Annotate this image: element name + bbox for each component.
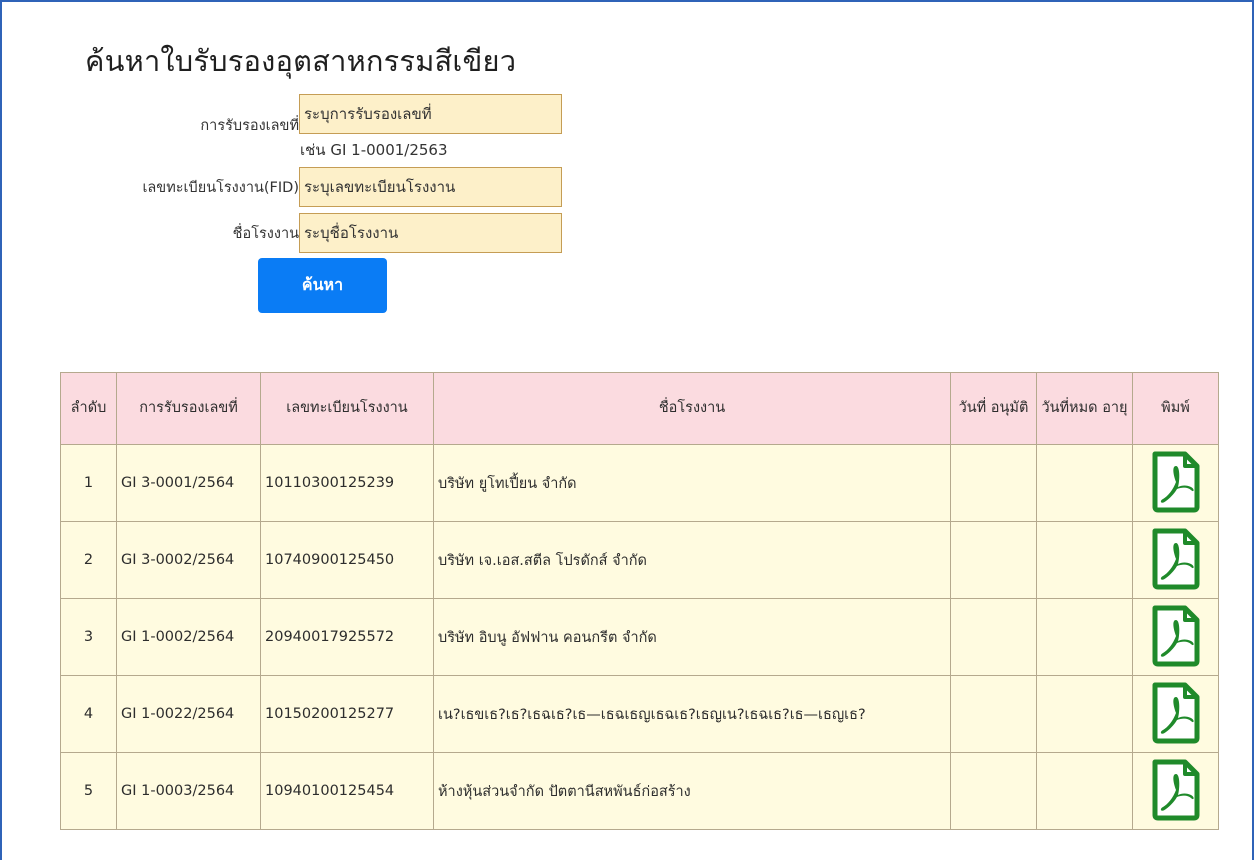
fid-row: เลขทะเบียนโรงงาน(FID) [84,167,562,207]
cell-fid: 10940100125454 [260,752,434,830]
cell-print [1132,444,1219,522]
table-row: 1 GI 3-0001/2564 10110300125239 บริษัท ย… [60,444,1219,522]
cell-expiry-date [1036,598,1133,676]
search-button[interactable]: ค้นหา [258,258,387,313]
cell-seq: 4 [60,675,117,753]
header-fid: เลขทะเบียนโรงงาน [260,372,434,445]
table-row: 4 GI 1-0022/2564 10150200125277 เน?เธขเธ… [60,675,1219,753]
cell-factory-name: เน?เธขเธ?เธ?เธฉเธ?เธ—เธฉเธญเธฉเธ?เธญเน?เ… [433,675,951,753]
cell-factory-name: บริษัท เจ.เอส.สตีล โปรดักส์ จำกัด [433,521,951,599]
cell-print [1132,675,1219,753]
factory-name-row: ชื่อโรงงาน [160,213,562,253]
cell-fid: 10150200125277 [260,675,434,753]
cert-hint: เช่น GI 1-0001/2563 [300,141,448,159]
fid-input[interactable] [299,167,562,207]
cell-approved-date [950,752,1037,830]
cell-factory-name: ห้างหุ้นส่วนจำกัด ปัตตานีสหพันธ์ก่อสร้าง [433,752,951,830]
cell-cert-number: GI 3-0002/2564 [116,521,261,599]
factory-name-label: ชื่อโรงงาน [232,225,299,242]
cell-fid: 10110300125239 [260,444,434,522]
header-expiry-date: วันที่หมด อายุ [1036,372,1133,445]
cell-print [1132,521,1219,599]
cell-expiry-date [1036,444,1133,522]
cell-approved-date [950,598,1037,676]
table-row: 2 GI 3-0002/2564 10740900125450 บริษัท เ… [60,521,1219,599]
table-row: 5 GI 1-0003/2564 10940100125454 ห้างหุ้น… [60,752,1219,830]
cell-expiry-date [1036,752,1133,830]
cell-cert-number: GI 3-0001/2564 [116,444,261,522]
header-cert-number: การรับรองเลขที่ [116,372,261,445]
cell-cert-number: GI 1-0002/2564 [116,598,261,676]
cell-fid: 20940017925572 [260,598,434,676]
cell-print [1132,752,1219,830]
page-title: ค้นหาใบรับรองอุตสาหกรรมสีเขียว [85,44,517,78]
cert-label: การรับรองเลขที่ [200,118,299,134]
cell-seq: 5 [60,752,117,830]
cell-seq: 1 [60,444,117,522]
cell-approved-date [950,675,1037,753]
cell-expiry-date [1036,521,1133,599]
cell-cert-number: GI 1-0003/2564 [116,752,261,830]
header-approved-date: วันที่ อนุมัติ [950,372,1037,445]
pdf-icon[interactable] [1149,449,1203,517]
header-seq: ลำดับ [60,372,117,445]
cell-fid: 10740900125450 [260,521,434,599]
table-row: 3 GI 1-0002/2564 20940017925572 บริษัท อ… [60,598,1219,676]
pdf-icon[interactable] [1149,603,1203,671]
cell-seq: 2 [60,521,117,599]
pdf-icon[interactable] [1149,757,1203,825]
cert-number-input[interactable] [299,93,562,134]
table-header-row: ลำดับ การรับรองเลขที่ เลขทะเบียนโรงงาน ช… [60,372,1219,445]
pdf-icon[interactable] [1149,526,1203,594]
cell-factory-name: บริษัท ยูโทเปี้ยน จำกัด [433,444,951,522]
factory-name-input[interactable] [299,213,562,253]
cell-expiry-date [1036,675,1133,753]
cell-print [1132,598,1219,676]
cell-seq: 3 [60,598,117,676]
cell-cert-number: GI 1-0022/2564 [116,675,261,753]
header-factory-name: ชื่อโรงงาน [433,372,951,445]
cell-approved-date [950,444,1037,522]
results-table: ลำดับ การรับรองเลขที่ เลขทะเบียนโรงงาน ช… [60,372,1219,830]
pdf-icon[interactable] [1149,680,1203,748]
header-print: พิมพ์ [1132,372,1219,445]
table-body: 1 GI 3-0001/2564 10110300125239 บริษัท ย… [60,444,1219,830]
fid-label: เลขทะเบียนโรงงาน(FID) [142,179,299,196]
cell-factory-name: บริษัท อิบนู อัฟฟาน คอนกรีต จำกัด [433,598,951,676]
cert-row: การรับรองเลขที่ [160,90,562,137]
cell-approved-date [950,521,1037,599]
